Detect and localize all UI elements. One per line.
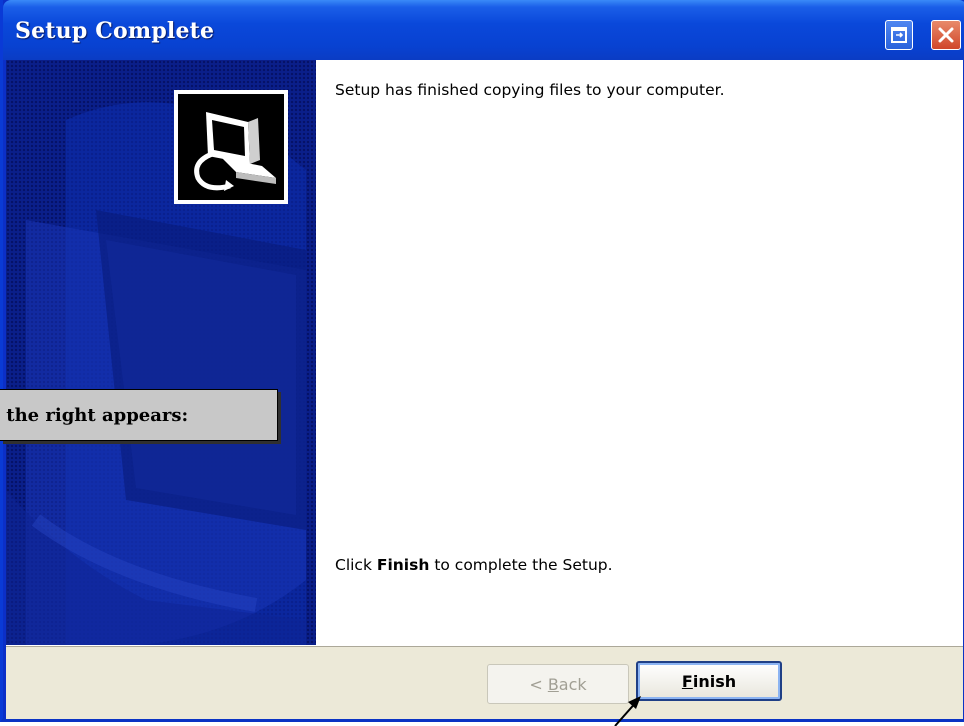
- annotation-callout: o the right appears:: [0, 389, 278, 441]
- back-button[interactable]: < Back: [487, 664, 629, 704]
- wizard-content: Setup has finished copying files to your…: [6, 60, 963, 645]
- back-button-rest: ack: [558, 674, 587, 694]
- instruction-prefix: Click: [335, 556, 377, 574]
- computer-setup-icon: [174, 90, 288, 204]
- annotation-callout-text: o the right appears:: [0, 404, 189, 426]
- window-title: Setup Complete: [15, 18, 215, 44]
- button-bar: < Back Finish: [6, 645, 963, 719]
- instruction-suffix: to complete the Setup.: [429, 556, 613, 574]
- status-message: Setup has finished copying files to your…: [335, 81, 725, 99]
- restore-button[interactable]: [885, 20, 913, 50]
- finish-button-rest: inish: [692, 671, 737, 691]
- close-icon: [938, 27, 954, 43]
- instruction-message: Click Finish to complete the Setup.: [335, 556, 613, 574]
- title-bar[interactable]: Setup Complete: [3, 0, 964, 60]
- finish-button[interactable]: Finish: [636, 661, 782, 701]
- finish-button-accel: F: [681, 671, 693, 691]
- back-button-accel: B: [547, 674, 559, 694]
- setup-window: Setup Complete Setup has finished copyin…: [0, 0, 964, 722]
- back-button-prefix: <: [529, 674, 548, 694]
- restore-icon: [891, 27, 907, 43]
- wizard-side-panel: [6, 60, 316, 645]
- instruction-finish-word: Finish: [376, 556, 430, 574]
- close-button[interactable]: [931, 20, 961, 50]
- wizard-main-pane: Setup has finished copying files to your…: [316, 60, 963, 645]
